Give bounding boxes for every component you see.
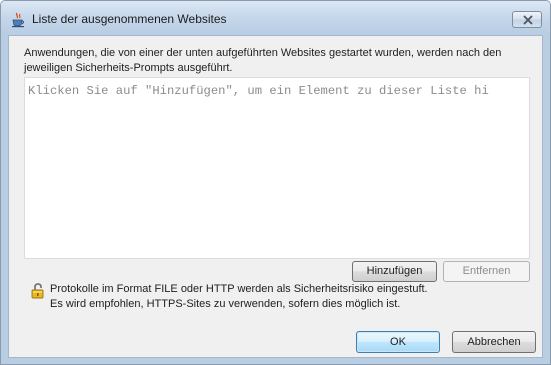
description-line-2: jeweiligen Sicherheits-Prompts ausgeführ… [24,62,233,74]
remove-button[interactable]: Entfernen [443,261,530,282]
cancel-button[interactable]: Abbrechen [452,331,536,353]
security-notice: Protokolle im Format FILE oder HTTP werd… [50,282,428,312]
window-title: Liste der ausgenommenen Websites [32,12,227,26]
list-placeholder: Klicken Sie auf "Hinzufügen", um ein Ele… [28,84,489,98]
description-text: Anwendungen, die von einer der unten auf… [24,46,524,76]
title-bar[interactable]: Liste der ausgenommenen Websites [1,1,550,35]
close-icon [523,15,533,25]
dialog-window: Liste der ausgenommenen Websites Anwendu… [0,0,551,365]
exception-site-list[interactable]: Klicken Sie auf "Hinzufügen", um ein Ele… [24,77,530,259]
description-line-1: Anwendungen, die von einer der unten auf… [24,47,502,59]
java-coffee-cup-icon [10,12,26,28]
dialog-content: Anwendungen, die von einer der unten auf… [8,35,543,358]
notice-line-2: Es wird empfohlen, HTTPS-Sites zu verwen… [50,298,401,310]
notice-line-1: Protokolle im Format FILE oder HTTP werd… [50,283,428,295]
ok-button[interactable]: OK [356,331,440,353]
add-button[interactable]: Hinzufügen [352,261,437,282]
close-button[interactable] [512,11,542,28]
padlock-icon [29,282,47,300]
